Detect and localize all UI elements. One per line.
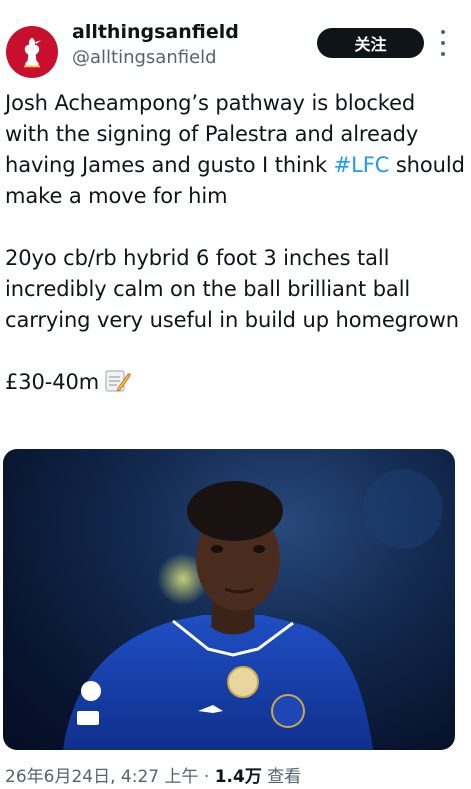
views-label: 查看: [267, 767, 302, 787]
tweet-paragraph-2: 20yo cb/rb hybrid 6 foot 3 inches tall i…: [5, 246, 459, 332]
tweet-date[interactable]: 26年6月24日: [5, 767, 110, 787]
price-text: £30-40m: [5, 370, 100, 394]
hashtag-link[interactable]: #LFC: [334, 153, 390, 177]
tweet-paragraph-3: £30-40m: [5, 367, 465, 398]
tweet-meta: 26年6月24日, 4:27 上午 · 1.4万 查看: [5, 767, 302, 787]
tweet-paragraph-1: Josh Acheampong’s pathway is blocked wit…: [5, 88, 465, 212]
author-names: allthingsanfield @alltingsanfield: [72, 20, 239, 70]
tweet-body: Josh Acheampong’s pathway is blocked wit…: [5, 88, 465, 398]
author-handle[interactable]: @alltingsanfield: [72, 46, 239, 70]
avatar[interactable]: [6, 26, 58, 78]
player-photo: [63, 469, 443, 750]
tweet-media[interactable]: [3, 449, 455, 750]
memo-icon: [105, 370, 132, 392]
follow-button[interactable]: 关注: [317, 28, 424, 58]
views-count: 1.4万: [214, 767, 262, 787]
liverbird-icon: [23, 37, 41, 68]
author-display-name[interactable]: allthingsanfield: [72, 20, 239, 44]
meta-separator: ·: [203, 767, 210, 787]
tweet-time[interactable]: 4:27 上午: [121, 767, 199, 787]
more-vertical-icon[interactable]: [436, 30, 450, 56]
tweet-header: allthingsanfield @alltingsanfield 关注: [0, 0, 471, 90]
